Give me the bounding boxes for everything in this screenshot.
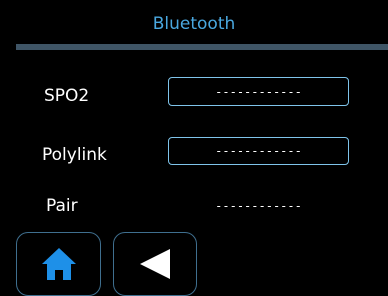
home-button[interactable] bbox=[16, 232, 101, 296]
home-icon bbox=[41, 248, 76, 280]
back-button[interactable] bbox=[113, 232, 197, 296]
spo2-device-value: ------------ bbox=[215, 84, 302, 99]
polylink-device-value: ------------ bbox=[215, 144, 302, 158]
spo2-device-field[interactable]: ------------ bbox=[168, 77, 349, 106]
page-title: Bluetooth bbox=[152, 14, 236, 34]
pair-label: Pair bbox=[46, 196, 78, 216]
spo2-label: SPO2 bbox=[44, 86, 90, 106]
polylink-label: Polylink bbox=[42, 145, 107, 165]
pair-value: ------------ bbox=[215, 199, 302, 213]
title-divider bbox=[16, 44, 388, 50]
back-triangle-icon bbox=[140, 249, 170, 279]
polylink-device-field[interactable]: ------------ bbox=[168, 137, 349, 165]
